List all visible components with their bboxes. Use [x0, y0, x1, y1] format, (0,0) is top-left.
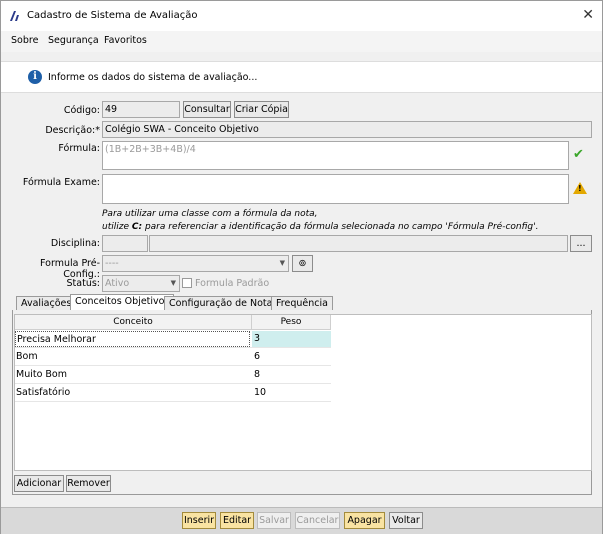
menu-bar: Sobre Segurança Favoritos: [1, 31, 602, 52]
inserir-button[interactable]: Inserir: [182, 512, 216, 529]
formula-padrao-label: Formula Padrão: [195, 278, 270, 289]
formula-label: Fórmula:: [58, 143, 100, 154]
remover-button[interactable]: Remover: [66, 475, 111, 492]
table-row[interactable]: Precisa Melhorar 3: [15, 331, 331, 348]
conceitos-table[interactable]: Conceito Peso Precisa Melhorar 3 Bom 6 M…: [14, 314, 592, 471]
cell-peso: 10: [254, 387, 267, 398]
criar-copia-button[interactable]: Criar Cópia: [234, 101, 289, 118]
main-window: Cadastro de Sistema de Avaliação ✕ Sobre…: [0, 0, 603, 534]
formula-padrao-checkbox[interactable]: [182, 278, 192, 288]
apagar-button[interactable]: Apagar: [344, 512, 385, 529]
chevron-down-icon: ▼: [279, 259, 285, 267]
pre-config-label: Formula Pré-Config.:: [40, 258, 100, 280]
table-row[interactable]: Satisfatório 10: [15, 385, 331, 402]
formula-exame-field[interactable]: [102, 174, 569, 204]
descricao-field[interactable]: Colégio SWA - Conceito Objetivo: [102, 121, 592, 138]
close-icon[interactable]: ✕: [582, 7, 594, 23]
hint-line-1: Para utilizar uma classe com a fórmula d…: [102, 209, 318, 219]
descricao-label: Descrição:*: [45, 125, 100, 136]
info-text: Informe os dados do sistema de avaliação…: [48, 72, 258, 83]
cell-peso: 6: [254, 351, 261, 362]
codigo-label: Código:: [63, 105, 100, 116]
salvar-button[interactable]: Salvar: [257, 512, 291, 529]
check-icon: ✔: [573, 147, 584, 162]
cancelar-button[interactable]: Cancelar: [295, 512, 340, 529]
menu-seguranca[interactable]: Segurança: [48, 35, 99, 46]
info-icon: i: [28, 70, 42, 84]
tab-configuracao-notas[interactable]: Configuração de Notas: [164, 296, 283, 310]
chevron-down-icon: ▼: [170, 279, 176, 287]
info-banner: i Informe os dados do sistema de avaliaç…: [1, 61, 602, 93]
formula-exame-label: Fórmula Exame:: [22, 177, 100, 188]
codigo-field[interactable]: 49: [102, 101, 180, 118]
disciplina-label: Disciplina:: [50, 238, 100, 249]
column-header-peso[interactable]: Peso: [252, 315, 331, 330]
tab-conceitos-objetivos[interactable]: Conceitos Objetivos: [70, 294, 175, 311]
warning-icon: !: [573, 182, 587, 194]
pre-config-select[interactable]: ---- ▼: [102, 255, 289, 272]
table-row[interactable]: Bom 6: [15, 349, 331, 366]
title-bar: Cadastro de Sistema de Avaliação ✕: [1, 1, 602, 31]
cell-conceito: Bom: [16, 351, 38, 362]
binoculars-icon: ⊚: [298, 258, 307, 269]
cell-peso: 8: [254, 369, 261, 380]
cell-conceito: Muito Bom: [16, 369, 67, 380]
footer-toolbar: Inserir Editar Salvar Cancelar Apagar Vo…: [1, 507, 602, 534]
menu-favoritos[interactable]: Favoritos: [104, 35, 147, 46]
adicionar-button[interactable]: Adicionar: [14, 475, 64, 492]
tab-frequencia[interactable]: Frequência: [271, 296, 333, 310]
tab-avaliacoes[interactable]: Avaliações: [16, 296, 77, 310]
status-select[interactable]: Ativo ▼: [102, 275, 180, 292]
voltar-button[interactable]: Voltar: [389, 512, 423, 529]
app-logo-icon: [10, 11, 19, 21]
cell-peso: 3: [252, 331, 331, 347]
formula-field[interactable]: (1B+2B+3B+4B)/4: [102, 141, 569, 170]
table-row[interactable]: Muito Bom 8: [15, 367, 331, 384]
consultar-button[interactable]: Consultar: [183, 101, 231, 118]
disciplina-code-field[interactable]: [102, 235, 148, 252]
cell-conceito: Precisa Melhorar: [15, 331, 250, 347]
disciplina-browse-button[interactable]: ...: [570, 235, 592, 252]
menu-sobre[interactable]: Sobre: [11, 35, 38, 46]
disciplina-name-field[interactable]: [149, 235, 568, 252]
cell-conceito: Satisfatório: [16, 387, 71, 398]
status-label: Status:: [66, 278, 100, 289]
editar-button[interactable]: Editar: [220, 512, 254, 529]
column-header-conceito[interactable]: Conceito: [15, 315, 252, 330]
pre-config-search-button[interactable]: ⊚: [292, 255, 313, 272]
window-title: Cadastro de Sistema de Avaliação: [27, 10, 198, 21]
hint-line-2: utilize C: para referenciar a identifica…: [102, 222, 539, 232]
